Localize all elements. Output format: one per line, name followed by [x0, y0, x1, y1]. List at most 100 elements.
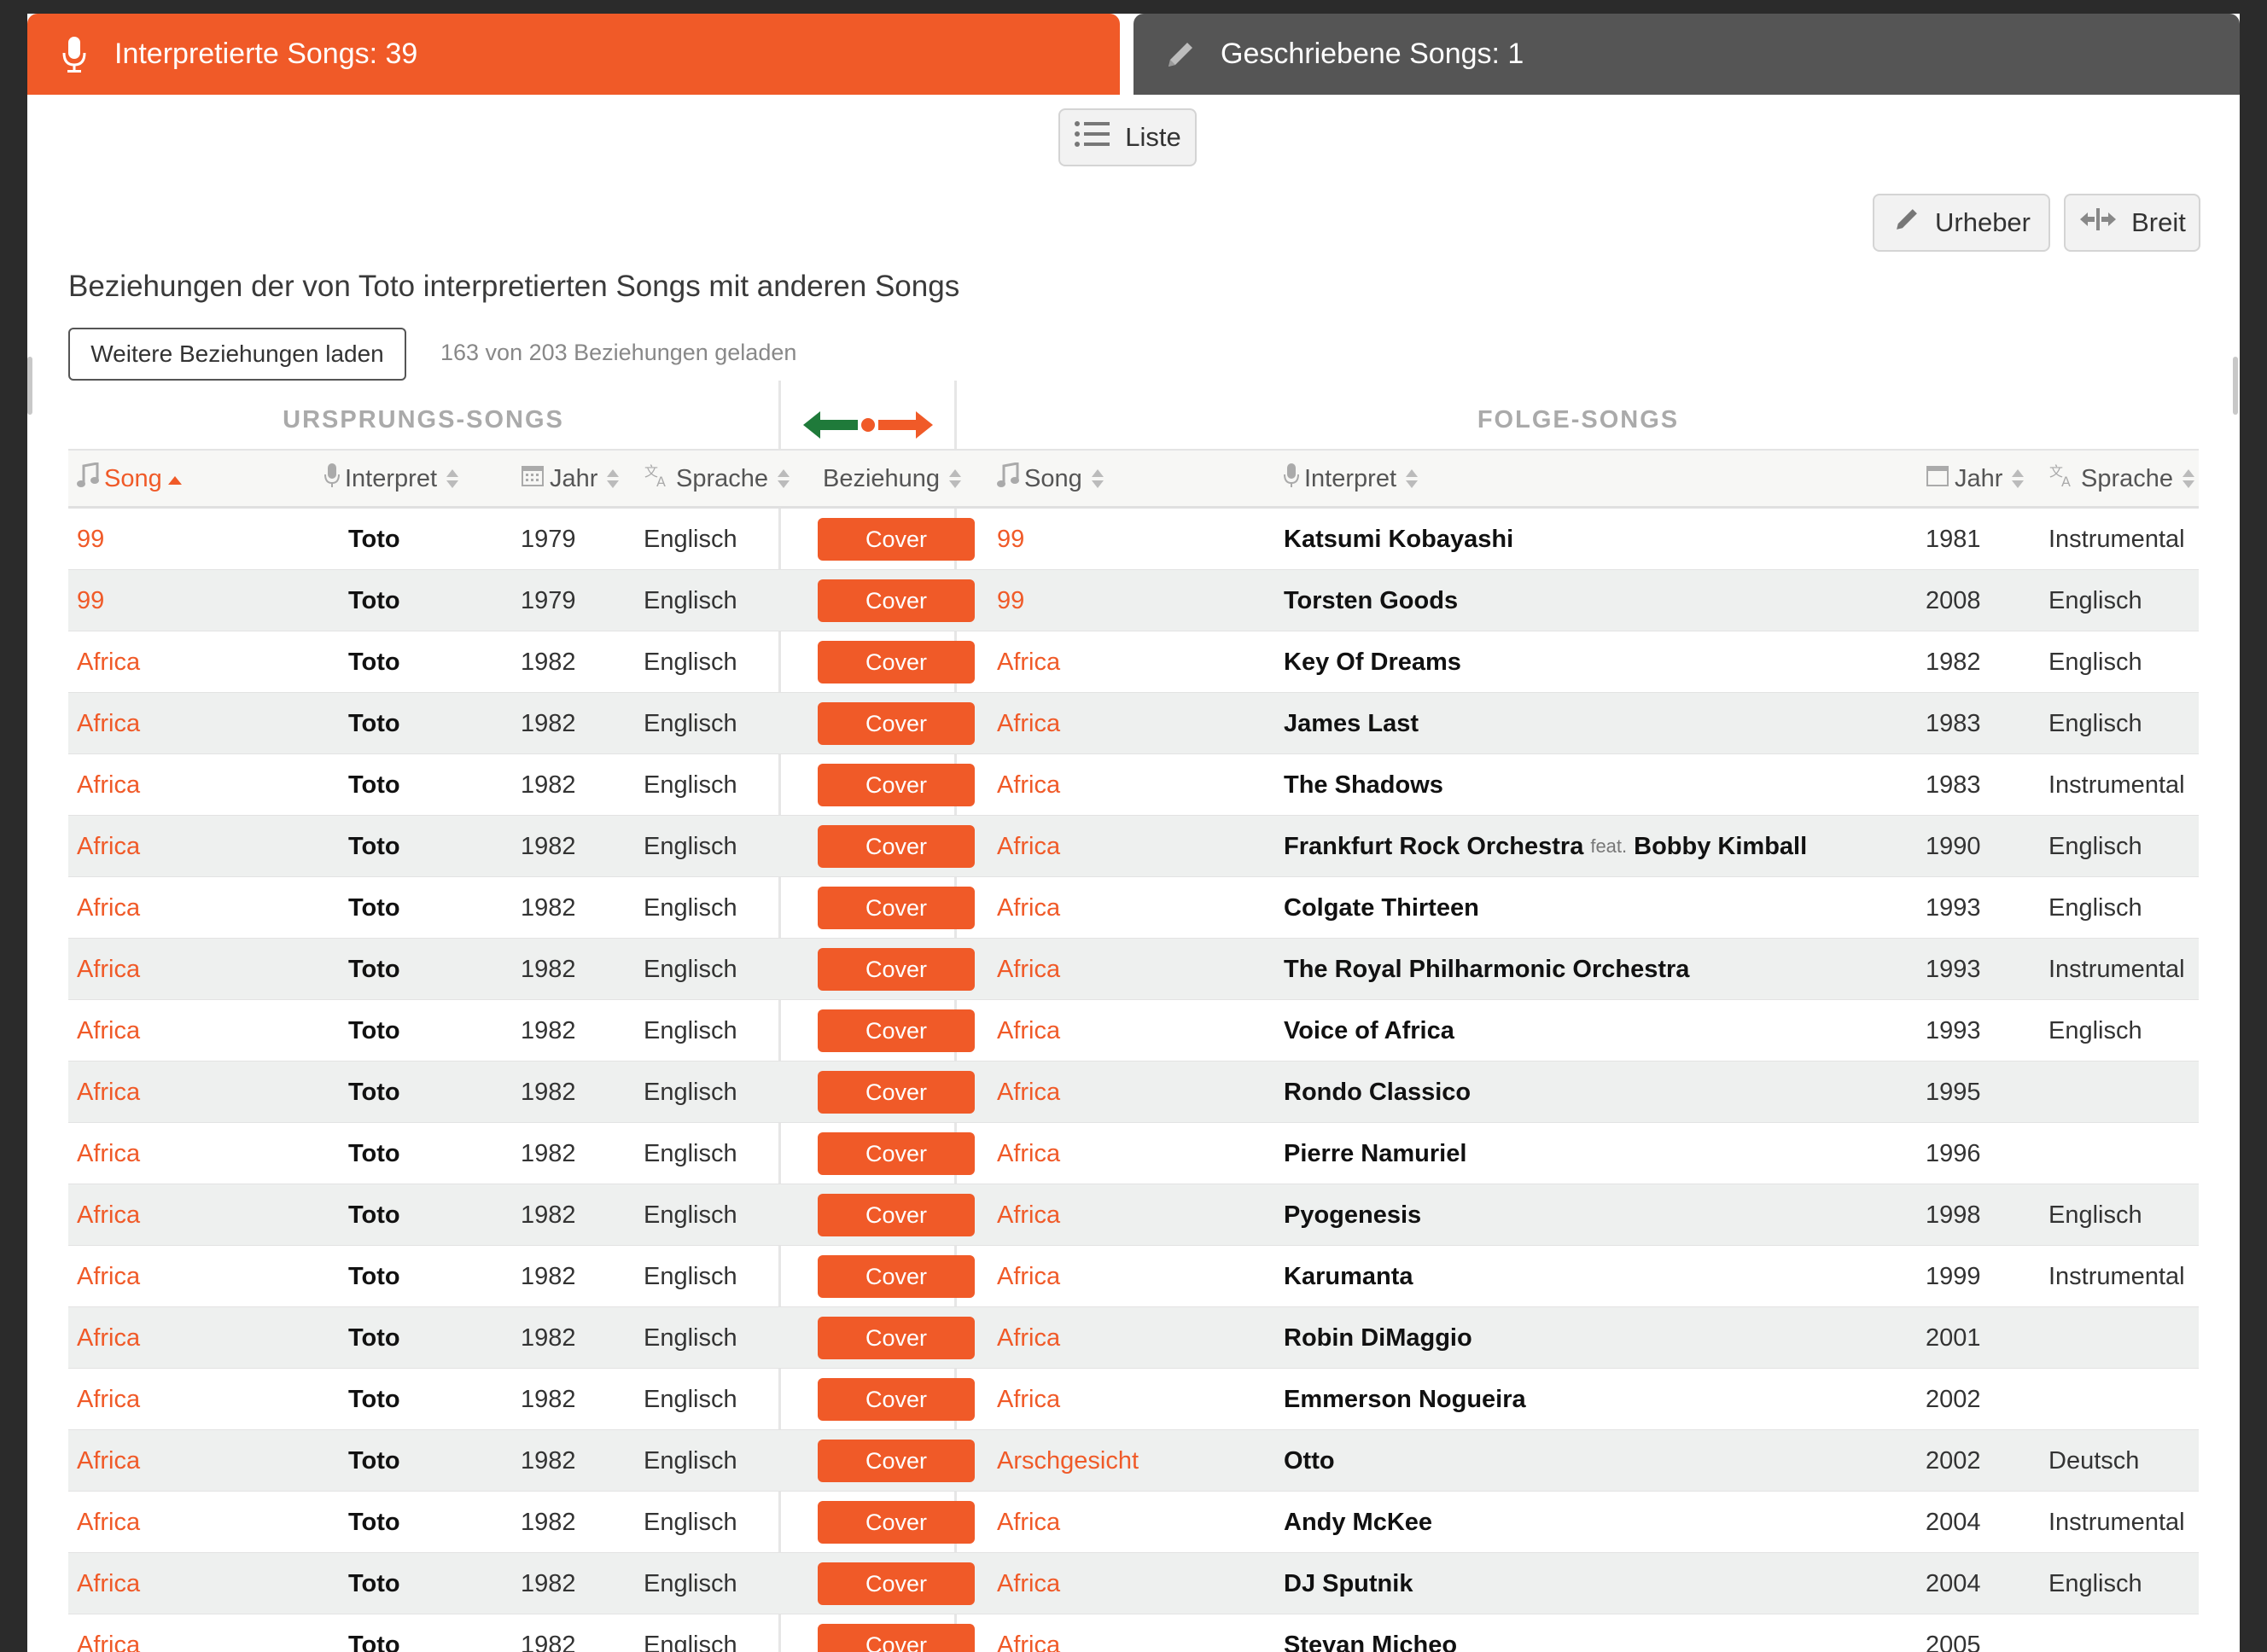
- interpret-link[interactable]: Toto: [348, 754, 400, 816]
- column-header-jahr2[interactable]: Jahr: [1926, 451, 2025, 507]
- cover-badge[interactable]: Cover: [818, 1501, 975, 1544]
- song2-link[interactable]: Africa: [997, 1062, 1060, 1123]
- cover-badge[interactable]: Cover: [818, 1378, 975, 1421]
- song2-link[interactable]: Africa: [997, 1369, 1060, 1430]
- cover-badge[interactable]: Cover: [818, 948, 975, 991]
- tab-geschriebene-songs[interactable]: Geschriebene Songs: 1: [1134, 14, 2240, 95]
- song-link[interactable]: Africa: [77, 1614, 140, 1652]
- song2-link[interactable]: Africa: [997, 693, 1060, 754]
- column-header-sprache[interactable]: 文A Sprache: [644, 451, 790, 507]
- interpret-link[interactable]: Toto: [348, 631, 400, 693]
- song2-link[interactable]: Africa: [997, 877, 1060, 939]
- interpret2-link[interactable]: Karumanta: [1284, 1263, 1413, 1291]
- cover-badge[interactable]: Cover: [818, 579, 975, 622]
- song2-link[interactable]: Africa: [997, 1123, 1060, 1184]
- song2-link[interactable]: Africa: [997, 754, 1060, 816]
- interpret-link[interactable]: Toto: [348, 1123, 400, 1184]
- song-link[interactable]: Africa: [77, 1492, 140, 1553]
- song2-link[interactable]: Africa: [997, 1307, 1060, 1369]
- interpret-link[interactable]: Toto: [348, 509, 400, 570]
- interpret2-link[interactable]: DJ Sputnik: [1284, 1570, 1413, 1598]
- cover-badge[interactable]: Cover: [818, 1132, 975, 1175]
- cover-badge[interactable]: Cover: [818, 764, 975, 806]
- interpret2-link[interactable]: Otto: [1284, 1447, 1335, 1475]
- song-link[interactable]: Africa: [77, 1369, 140, 1430]
- song-link[interactable]: Africa: [77, 1184, 140, 1246]
- column-header-song[interactable]: Song: [77, 451, 183, 507]
- column-header-sprache2[interactable]: 文A Sprache: [2048, 451, 2195, 507]
- song2-link[interactable]: Africa: [997, 1614, 1060, 1652]
- song2-link[interactable]: Africa: [997, 631, 1060, 693]
- song2-link[interactable]: Africa: [997, 1553, 1060, 1614]
- song2-link[interactable]: Africa: [997, 939, 1060, 1000]
- interpret2-link[interactable]: Colgate Thirteen: [1284, 894, 1479, 922]
- column-header-interpret[interactable]: Interpret: [324, 451, 459, 507]
- interpret-link[interactable]: Toto: [348, 816, 400, 877]
- cover-badge[interactable]: Cover: [818, 1009, 975, 1052]
- column-header-interpret2[interactable]: Interpret: [1284, 451, 1419, 507]
- cover-badge[interactable]: Cover: [818, 702, 975, 745]
- interpret-link[interactable]: Toto: [348, 1246, 400, 1307]
- song2-link[interactable]: 99: [997, 509, 1024, 570]
- cover-badge[interactable]: Cover: [818, 1440, 975, 1482]
- interpret2-link[interactable]: Frankfurt Rock Orchestra: [1284, 833, 1583, 861]
- interpret-link[interactable]: Toto: [348, 1430, 400, 1492]
- interpret-link[interactable]: Toto: [348, 1553, 400, 1614]
- interpret-link[interactable]: Toto: [348, 939, 400, 1000]
- song-link[interactable]: Africa: [77, 693, 140, 754]
- song-link[interactable]: Africa: [77, 631, 140, 693]
- song-link[interactable]: 99: [77, 509, 104, 570]
- cover-badge[interactable]: Cover: [818, 1194, 975, 1236]
- interpret2-link[interactable]: James Last: [1284, 710, 1419, 738]
- interpret2-link[interactable]: Emmerson Nogueira: [1284, 1386, 1526, 1414]
- song-link[interactable]: Africa: [77, 816, 140, 877]
- interpret2-link[interactable]: Pyogenesis: [1284, 1201, 1421, 1230]
- cover-badge[interactable]: Cover: [818, 641, 975, 683]
- scroll-handle-left[interactable]: [27, 357, 32, 415]
- interpret-link[interactable]: Toto: [348, 877, 400, 939]
- song-link[interactable]: Africa: [77, 939, 140, 1000]
- song2-link[interactable]: Africa: [997, 1000, 1060, 1062]
- interpret2-link[interactable]: Key Of Dreams: [1284, 649, 1461, 677]
- song-link[interactable]: Africa: [77, 1123, 140, 1184]
- urheber-button[interactable]: Urheber: [1873, 194, 2050, 252]
- song2-link[interactable]: Africa: [997, 816, 1060, 877]
- interpret-link[interactable]: Toto: [348, 693, 400, 754]
- song2-link[interactable]: Arschgesicht: [997, 1430, 1139, 1492]
- cover-badge[interactable]: Cover: [818, 1317, 975, 1359]
- song-link[interactable]: Africa: [77, 1062, 140, 1123]
- interpret-link[interactable]: Toto: [348, 570, 400, 631]
- interpret2-link[interactable]: Robin DiMaggio: [1284, 1324, 1472, 1352]
- interpret-link[interactable]: Toto: [348, 1307, 400, 1369]
- tab-interpretierte-songs[interactable]: Interpretierte Songs: 39: [27, 14, 1120, 95]
- column-header-song2[interactable]: Song: [997, 451, 1104, 507]
- cover-badge[interactable]: Cover: [818, 887, 975, 929]
- song-link[interactable]: Africa: [77, 754, 140, 816]
- cover-badge[interactable]: Cover: [818, 1624, 975, 1652]
- song2-link[interactable]: Africa: [997, 1492, 1060, 1553]
- interpret-link[interactable]: Toto: [348, 1184, 400, 1246]
- interpret2-link[interactable]: Torsten Goods: [1284, 587, 1458, 615]
- column-header-jahr[interactable]: Jahr: [521, 451, 620, 507]
- cover-badge[interactable]: Cover: [818, 825, 975, 868]
- song-link[interactable]: Africa: [77, 1430, 140, 1492]
- song-link[interactable]: Africa: [77, 1000, 140, 1062]
- song-link[interactable]: Africa: [77, 877, 140, 939]
- scroll-handle-right[interactable]: [2233, 357, 2238, 415]
- interpret2-link[interactable]: Voice of Africa: [1284, 1017, 1454, 1045]
- column-header-beziehung[interactable]: Beziehung: [823, 451, 962, 507]
- interpret2-link[interactable]: Stevan Micheo: [1284, 1632, 1457, 1652]
- interpret-link[interactable]: Toto: [348, 1614, 400, 1652]
- song2-link[interactable]: Africa: [997, 1246, 1060, 1307]
- cover-badge[interactable]: Cover: [818, 1255, 975, 1298]
- interpret-link[interactable]: Toto: [348, 1000, 400, 1062]
- song-link[interactable]: Africa: [77, 1246, 140, 1307]
- interpret2-link[interactable]: Andy McKee: [1284, 1509, 1432, 1537]
- interpret2-link[interactable]: Katsumi Kobayashi: [1284, 526, 1513, 554]
- interpret2-link[interactable]: Rondo Classico: [1284, 1079, 1471, 1107]
- interpret2-link[interactable]: Pierre Namuriel: [1284, 1140, 1466, 1168]
- song2-link[interactable]: 99: [997, 570, 1024, 631]
- breit-button[interactable]: Breit: [2064, 194, 2200, 252]
- interpret-link[interactable]: Toto: [348, 1369, 400, 1430]
- song-link[interactable]: 99: [77, 570, 104, 631]
